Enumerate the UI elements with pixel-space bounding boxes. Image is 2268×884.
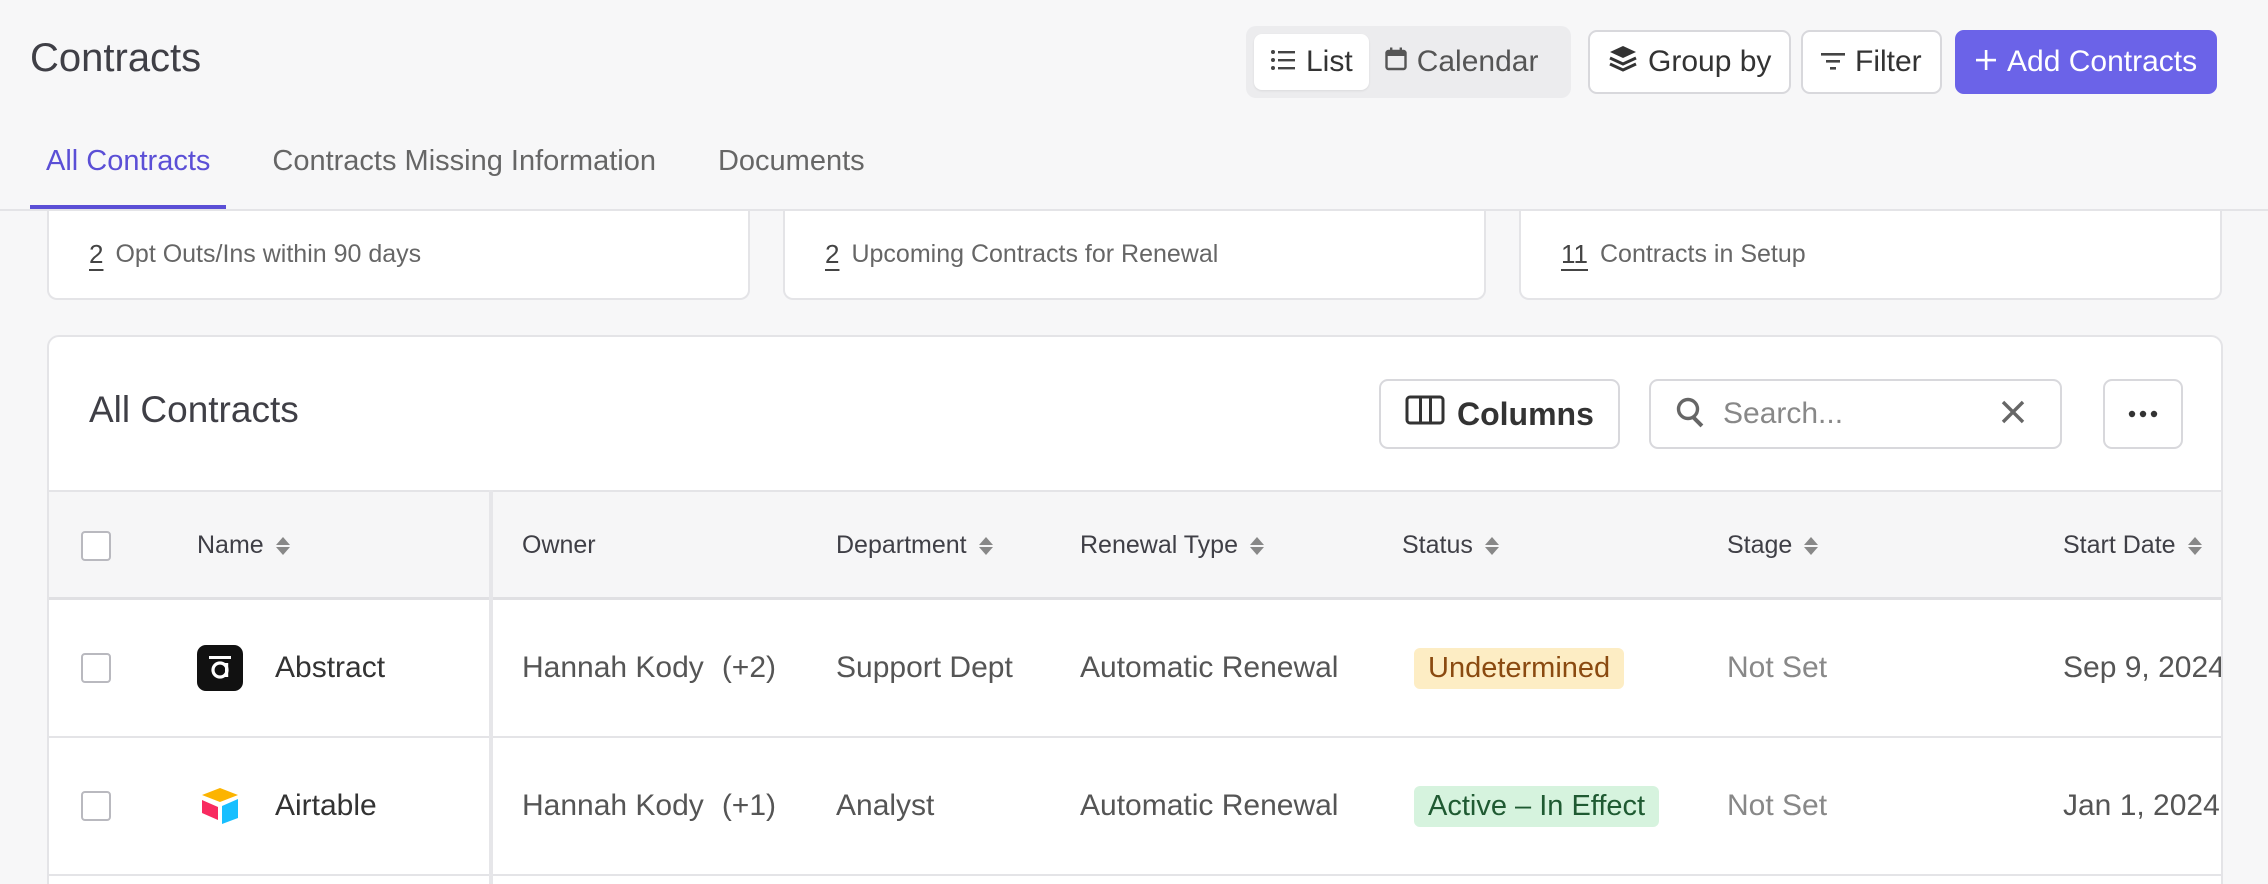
sort-icon xyxy=(978,536,993,555)
sort-icon xyxy=(275,536,290,555)
owner-cell: Hannah Kody (+2) xyxy=(522,600,776,736)
column-header-department[interactable]: Department xyxy=(836,492,993,599)
row-select-cell xyxy=(81,738,111,874)
status-badge: Undetermined xyxy=(1414,647,1625,689)
column-label: Start Date xyxy=(2063,531,2176,559)
status-cell: Active – In Effect xyxy=(1414,738,1660,874)
plus-icon xyxy=(1975,45,1997,79)
table-row[interactable]: Abstract Hannah Kody (+2) Support Dept A… xyxy=(49,600,2223,738)
column-header-start-date[interactable]: Start Date xyxy=(2063,492,2202,599)
department-cell: Support Dept xyxy=(836,651,1013,684)
owner-cell: Hannah Kody (+1) xyxy=(522,738,776,874)
panel-title: All Contracts xyxy=(89,389,299,430)
contract-name: Airtable xyxy=(275,789,377,822)
layers-icon xyxy=(1608,44,1638,80)
column-header-owner: Owner xyxy=(522,492,596,599)
sort-icon xyxy=(1484,536,1499,555)
name-cell[interactable]: Airtable xyxy=(197,738,377,874)
tab-all-contracts[interactable]: All Contracts xyxy=(30,145,227,209)
start-date-cell: Jan 1, 2024 xyxy=(2063,789,2220,822)
status-badge: Active – In Effect xyxy=(1414,785,1660,827)
start-date-cell: Sep 9, 2024 xyxy=(2063,651,2223,684)
owner-extra-count[interactable]: (+2) xyxy=(722,651,776,685)
row-checkbox[interactable] xyxy=(81,791,111,821)
contracts-table-panel: All Contracts Columns Search... Name Own… xyxy=(47,335,2223,884)
column-label: Stage xyxy=(1727,531,1793,559)
stat-card-contracts-in-setup[interactable]: 11 Contracts in Setup xyxy=(1519,211,2222,300)
filter-label: Filter xyxy=(1855,45,1922,78)
abstract-logo-icon xyxy=(197,645,243,691)
owner-name: Hannah Kody xyxy=(522,651,704,684)
frozen-column-divider xyxy=(489,490,493,884)
calendar-view-label: Calendar xyxy=(1416,45,1539,78)
contract-name: Abstract xyxy=(275,651,386,684)
search-input[interactable] xyxy=(1723,397,1983,431)
list-icon xyxy=(1270,45,1296,79)
columns-icon xyxy=(1405,395,1445,433)
column-label: Status xyxy=(1402,531,1473,559)
group-by-label: Group by xyxy=(1648,45,1772,78)
tab-contracts-missing-information[interactable]: Contracts Missing Information xyxy=(256,145,672,209)
add-contracts-button[interactable]: Add Contracts xyxy=(1955,30,2218,94)
name-cell[interactable]: Abstract xyxy=(197,600,385,736)
contract-tabs: All Contracts Contracts Missing Informat… xyxy=(30,145,911,209)
stat-card-upcoming-renewals[interactable]: 2 Upcoming Contracts for Renewal xyxy=(783,211,1486,300)
table-row[interactable]: Airtable Hannah Kody (+1) Analyst Automa… xyxy=(49,738,2221,876)
stage-cell: Not Set xyxy=(1727,789,1828,822)
owner-extra-count[interactable]: (+1) xyxy=(722,789,776,823)
column-header-renewal-type[interactable]: Renewal Type xyxy=(1080,492,1264,599)
row-select-cell xyxy=(81,600,111,736)
sort-icon xyxy=(1804,536,1819,555)
stat-count[interactable]: 2 xyxy=(89,239,103,270)
renewal-type-cell: Automatic Renewal xyxy=(1080,789,1339,822)
clear-search-icon[interactable] xyxy=(1999,398,2027,431)
column-header-name[interactable]: Name xyxy=(197,492,290,599)
tab-documents[interactable]: Documents xyxy=(702,145,881,209)
sort-icon xyxy=(1249,536,1264,555)
status-cell: Undetermined xyxy=(1414,600,1625,736)
column-header-stage[interactable]: Stage xyxy=(1727,492,1819,599)
column-label: Renewal Type xyxy=(1080,531,1238,559)
select-all-cell xyxy=(81,492,111,599)
column-label: Owner xyxy=(522,531,596,559)
renewal-type-cell: Automatic Renewal xyxy=(1080,651,1339,684)
page-title: Contracts xyxy=(30,36,202,80)
stage-cell: Not Set xyxy=(1727,651,1828,684)
search-box xyxy=(1649,379,2062,449)
stat-label: Opt Outs/Ins within 90 days xyxy=(115,240,422,268)
calendar-icon xyxy=(1384,45,1407,79)
stat-card-opt-outs[interactable]: 2 Opt Outs/Ins within 90 days xyxy=(47,211,750,300)
column-label: Name xyxy=(197,531,264,559)
page-header: Contracts List Calendar Group by Filter … xyxy=(0,0,2268,125)
column-header-status[interactable]: Status xyxy=(1402,492,1499,599)
owner-name: Hannah Kody xyxy=(522,789,704,822)
stat-count[interactable]: 11 xyxy=(1561,239,1588,270)
sort-icon xyxy=(2187,536,2202,555)
department-cell: Analyst xyxy=(836,789,935,822)
list-view-button[interactable]: List xyxy=(1254,34,1369,90)
filter-button[interactable]: Filter xyxy=(1801,30,1942,94)
more-icon xyxy=(2128,405,2158,423)
group-by-button[interactable]: Group by xyxy=(1588,30,1792,94)
column-label: Department xyxy=(836,531,967,559)
more-options-button[interactable] xyxy=(2103,379,2183,449)
stat-label: Contracts in Setup xyxy=(1600,240,1806,268)
stat-count[interactable]: 2 xyxy=(825,239,839,270)
stat-label: Upcoming Contracts for Renewal xyxy=(851,240,1219,268)
calendar-view-button[interactable]: Calendar xyxy=(1369,34,1555,90)
list-view-label: List xyxy=(1306,45,1353,78)
select-all-checkbox[interactable] xyxy=(81,530,111,561)
filter-icon xyxy=(1821,45,1845,79)
search-icon xyxy=(1675,396,1707,433)
view-toggle: List Calendar xyxy=(1246,26,1571,98)
row-checkbox[interactable] xyxy=(81,653,111,683)
airtable-logo-icon xyxy=(197,783,243,829)
columns-label: Columns xyxy=(1457,395,1594,432)
columns-button[interactable]: Columns xyxy=(1379,379,1620,449)
add-contracts-label: Add Contracts xyxy=(2007,45,2198,78)
table-header: Name Owner Department Renewal Type Statu… xyxy=(49,490,2221,600)
